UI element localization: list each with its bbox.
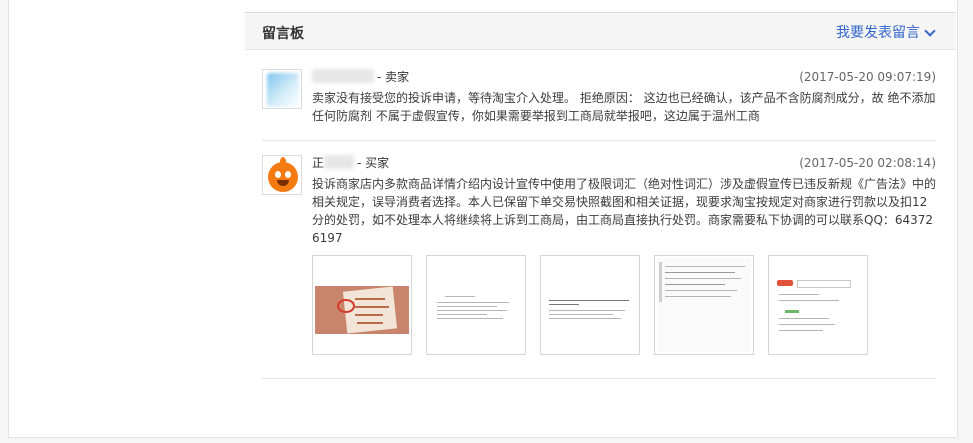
attachment-thumbnail-screenshot[interactable]: [654, 255, 754, 355]
name-redaction: [324, 155, 355, 169]
board-header: 留言板 我要发表留言: [245, 12, 956, 50]
attachment-thumbnail-photo[interactable]: [312, 255, 412, 355]
user-name[interactable]: [312, 69, 374, 84]
attachment-thumbnail-screenshot[interactable]: [768, 255, 868, 355]
name-redaction: [312, 69, 374, 83]
orange-mascot-icon: [268, 157, 298, 192]
message-content: 投诉商家店内多款商品详情介绍内设计宣传中使用了极限词汇（绝对性词汇）涉及虚假宣传…: [312, 177, 937, 245]
avatar[interactable]: [262, 155, 302, 195]
post-message-label: 我要发表留言: [836, 25, 920, 41]
message-timestamp: (2017-05-20 09:07:19): [799, 70, 936, 84]
user-role: - 买家: [357, 156, 390, 170]
attachment-thumbnail-document[interactable]: [426, 255, 526, 355]
message-header: 正- 买家 (2017-05-20 02:08:14): [312, 155, 936, 171]
message-item: - 卖家 (2017-05-20 09:07:19) 卖家没有接受您的投诉申请，…: [262, 56, 936, 141]
attachment-thumbnail-document[interactable]: [540, 255, 640, 355]
chevron-down-icon: [924, 25, 936, 37]
user-name[interactable]: 正: [312, 155, 355, 170]
post-message-link[interactable]: 我要发表留言: [836, 22, 936, 42]
message-board: 留言板 我要发表留言 - 卖家 (2017-05-20 09:07:19) 卖家…: [245, 0, 958, 438]
avatar[interactable]: [262, 69, 302, 109]
message-content: 卖家没有接受您的投诉申请，等待淘宝介入处理。 拒绝原因： 这边也已经确认，该产品…: [312, 91, 936, 123]
avatar-placeholder-icon: [267, 73, 299, 107]
user-role: - 卖家: [377, 70, 410, 84]
left-sidebar: [8, 0, 246, 438]
photo-image: [315, 286, 409, 334]
message-header: - 卖家 (2017-05-20 09:07:19): [312, 69, 936, 85]
message-item: 正- 买家 (2017-05-20 02:08:14) 投诉商家店内多款商品详情…: [262, 142, 936, 379]
message-timestamp: (2017-05-20 02:08:14): [799, 156, 936, 170]
board-title: 留言板: [262, 26, 304, 42]
